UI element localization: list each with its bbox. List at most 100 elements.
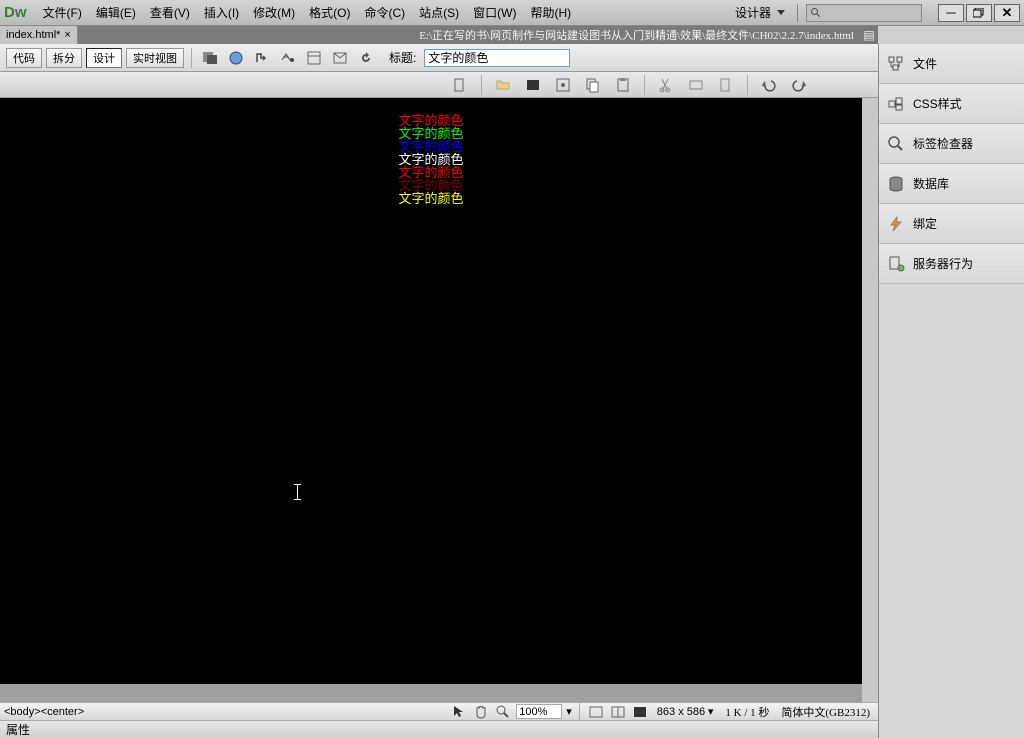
tab-menu-button[interactable]: ▤ xyxy=(860,26,878,44)
menu-insert[interactable]: 插入(I) xyxy=(198,2,245,23)
tag-icon xyxy=(887,135,905,153)
menu-command[interactable]: 命令(C) xyxy=(358,2,411,23)
search-box[interactable] xyxy=(806,4,922,22)
document-toolbar: 代码 拆分 设计 实时视图 标题: xyxy=(0,44,878,72)
window-size[interactable]: 863 x 586 ▾ xyxy=(657,705,714,718)
vertical-scrollbar[interactable] xyxy=(862,98,878,702)
toolbar-icon-dark[interactable] xyxy=(521,75,545,95)
window-controls: ─ ✕ xyxy=(938,4,1020,22)
view-live-button[interactable]: 实时视图 xyxy=(126,48,184,68)
panel-label: 服务器行为 xyxy=(913,255,973,272)
encoding-label[interactable]: 简体中文(GB2312) xyxy=(781,704,870,720)
document-filepath: E:\正在写的书\网页制作与网站建设图书从入门到精通\效果\最终文件\CH02\… xyxy=(78,26,860,44)
restore-button[interactable] xyxy=(966,4,992,22)
design-canvas[interactable]: 文字的颜色 文字的颜色 文字的颜色 文字的颜色 文字的颜色 文字的颜色 文字的颜… xyxy=(0,98,862,684)
folder-icon[interactable] xyxy=(491,75,515,95)
status-icon[interactable] xyxy=(609,704,627,720)
toolbar-icon[interactable] xyxy=(448,75,472,95)
tab-label: index.html* xyxy=(6,29,60,41)
server-icon xyxy=(887,255,905,273)
cut-icon[interactable] xyxy=(654,75,678,95)
paste-icon[interactable] xyxy=(611,75,635,95)
toolbar-icon[interactable] xyxy=(714,75,738,95)
zoom-tool-icon[interactable] xyxy=(494,704,512,720)
menu-site[interactable]: 站点(S) xyxy=(413,2,465,23)
menu-modify[interactable]: 修改(M) xyxy=(247,2,301,23)
close-button[interactable]: ✕ xyxy=(994,4,1020,22)
hand-tool-icon[interactable] xyxy=(472,704,490,720)
chevron-down-icon xyxy=(777,10,785,15)
panel-label: 标签检查器 xyxy=(913,135,973,152)
workspace-selector[interactable]: 设计器 xyxy=(731,3,789,22)
view-split-button[interactable]: 拆分 xyxy=(46,48,82,68)
tab-close-icon[interactable]: × xyxy=(64,29,70,41)
zoom-dropdown[interactable]: ▾ xyxy=(566,705,572,718)
lightning-icon xyxy=(887,215,905,233)
view-code-button[interactable]: 代码 xyxy=(6,48,42,68)
tag-selector-path[interactable]: <body><center> xyxy=(4,706,450,718)
insert-toolbar xyxy=(0,72,878,98)
search-icon xyxy=(810,7,822,19)
properties-label: 属性 xyxy=(6,721,30,738)
document-content: 文字的颜色 文字的颜色 文字的颜色 文字的颜色 文字的颜色 文字的颜色 文字的颜… xyxy=(0,98,862,205)
menu-format[interactable]: 格式(O) xyxy=(303,2,356,23)
redo-icon[interactable] xyxy=(787,75,811,95)
text-cursor xyxy=(297,484,298,500)
toolbar-icon[interactable] xyxy=(684,75,708,95)
pointer-tool-icon[interactable] xyxy=(450,704,468,720)
menu-window[interactable]: 窗口(W) xyxy=(467,2,522,23)
status-icon[interactable] xyxy=(587,704,605,720)
toolbar-icon[interactable] xyxy=(199,48,221,68)
refresh-icon[interactable] xyxy=(355,48,377,68)
copy-icon[interactable] xyxy=(581,75,605,95)
status-icon[interactable] xyxy=(631,704,649,720)
view-design-button[interactable]: 设计 xyxy=(86,48,122,68)
panel-files[interactable]: 文件 xyxy=(879,44,1024,84)
separator xyxy=(191,48,192,68)
design-view-area: 文字的颜色 文字的颜色 文字的颜色 文字的颜色 文字的颜色 文字的颜色 文字的颜… xyxy=(0,98,878,702)
separator xyxy=(797,4,798,22)
title-label: 标题: xyxy=(389,49,416,66)
globe-icon[interactable] xyxy=(225,48,247,68)
database-icon xyxy=(887,175,905,193)
undo-icon[interactable] xyxy=(757,75,781,95)
toolbar-icon[interactable] xyxy=(551,75,575,95)
separator xyxy=(481,75,482,95)
menu-view[interactable]: 查看(V) xyxy=(144,2,196,23)
panel-label: 数据库 xyxy=(913,175,949,192)
toolbar-icon[interactable] xyxy=(303,48,325,68)
panel-bindings[interactable]: 绑定 xyxy=(879,204,1024,244)
minimize-button[interactable]: ─ xyxy=(938,4,964,22)
document-tab[interactable]: index.html* × xyxy=(0,26,78,44)
menu-edit[interactable]: 编辑(E) xyxy=(90,2,142,23)
main-menu: 文件(F) 编辑(E) 查看(V) 插入(I) 修改(M) 格式(O) 命令(C… xyxy=(37,2,731,23)
panel-server-behaviors[interactable]: 服务器行为 xyxy=(879,244,1024,284)
separator xyxy=(644,75,645,95)
side-panel: 文件 CSS样式 标签检查器 数据库 绑定 服务器行为 xyxy=(878,44,1024,738)
menu-file[interactable]: 文件(F) xyxy=(37,2,88,23)
toolbar-icon[interactable] xyxy=(251,48,273,68)
title-input[interactable] xyxy=(424,49,570,67)
panel-database[interactable]: 数据库 xyxy=(879,164,1024,204)
zoom-level-input[interactable] xyxy=(516,704,562,719)
css-icon xyxy=(887,95,905,113)
status-tools: ▾ 863 x 586 ▾ 1 K / 1 秒 简体中文(GB2312) xyxy=(450,702,874,722)
properties-panel-header[interactable]: 属性 xyxy=(0,720,878,738)
text-line[interactable]: 文字的颜色 xyxy=(0,192,862,205)
app-logo: Dw xyxy=(4,4,27,21)
panel-label: 绑定 xyxy=(913,215,937,232)
titlebar-right: 设计器 ─ ✕ xyxy=(731,3,1020,22)
panel-label: CSS样式 xyxy=(913,95,962,112)
menu-help[interactable]: 帮助(H) xyxy=(524,2,577,23)
panel-label: 文件 xyxy=(913,55,937,72)
toolbar-icon[interactable] xyxy=(277,48,299,68)
panel-css[interactable]: CSS样式 xyxy=(879,84,1024,124)
panel-tag-inspector[interactable]: 标签检查器 xyxy=(879,124,1024,164)
panel-header-spacer xyxy=(878,26,1024,44)
document-tabbar: index.html* × E:\正在写的书\网页制作与网站建设图书从入门到精通… xyxy=(0,26,1024,44)
download-size: 1 K / 1 秒 xyxy=(725,704,769,720)
toolbar-icon[interactable] xyxy=(329,48,351,68)
titlebar: Dw 文件(F) 编辑(E) 查看(V) 插入(I) 修改(M) 格式(O) 命… xyxy=(0,0,1024,26)
separator xyxy=(747,75,748,95)
canvas-wrap: 文字的颜色 文字的颜色 文字的颜色 文字的颜色 文字的颜色 文字的颜色 文字的颜… xyxy=(0,98,878,702)
